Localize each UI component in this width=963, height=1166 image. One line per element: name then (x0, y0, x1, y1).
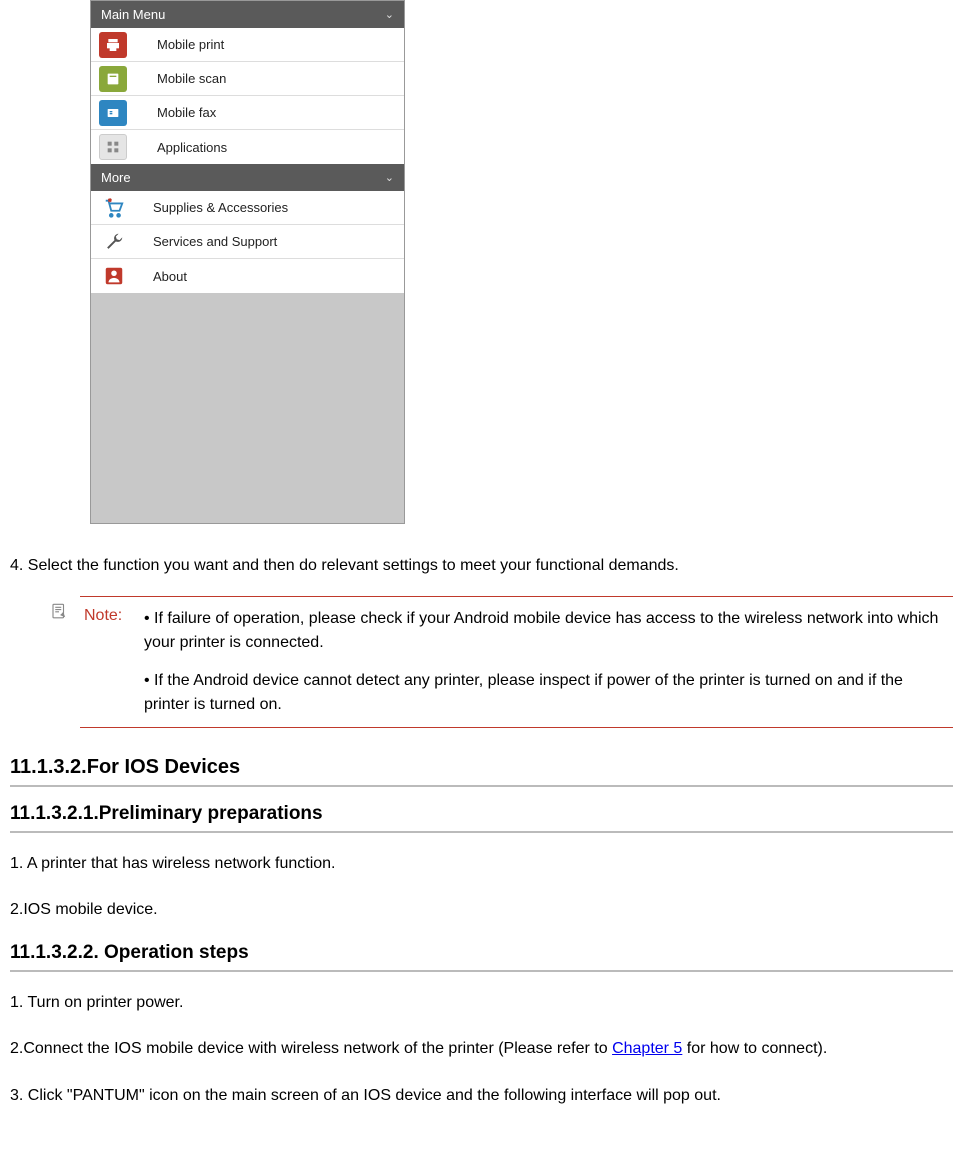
more-title: More (101, 170, 131, 185)
main-menu-header: Main Menu ⌄ (91, 1, 404, 28)
ops-item-3: 3. Click "PANTUM" icon on the main scree… (10, 1081, 953, 1111)
menu-item-label: Supplies & Accessories (153, 200, 288, 215)
menu-item-about[interactable]: About (91, 259, 404, 293)
ops-item-2-prefix: 2.Connect the IOS mobile device with wir… (10, 1040, 612, 1057)
menu-item-label: Services and Support (153, 234, 277, 249)
prep-item-1: 1. A printer that has wireless network f… (10, 849, 953, 879)
note-block: Note: • If failure of operation, please … (50, 596, 953, 728)
print-icon (99, 32, 127, 58)
phone-frame: Main Menu ⌄ Mobile print Mobile scan M (90, 0, 405, 524)
wrench-icon (103, 231, 125, 253)
scan-icon (99, 66, 127, 92)
phone-blank-area (91, 293, 404, 523)
menu-item-label: Mobile fax (157, 105, 216, 120)
ops-item-2: 2.Connect the IOS mobile device with wir… (10, 1034, 953, 1064)
menu-item-services[interactable]: Services and Support (91, 225, 404, 259)
note-icon (50, 602, 68, 620)
chevron-down-icon: ⌄ (385, 8, 394, 21)
person-icon (103, 265, 125, 287)
menu-item-mobile-scan[interactable]: Mobile scan (91, 62, 404, 96)
prep-item-2: 2.IOS mobile device. (10, 895, 953, 925)
note-bullet-1: • If failure of operation, please check … (144, 607, 949, 655)
ops-item-1: 1. Turn on printer power. (10, 988, 953, 1018)
more-list: Supplies & Accessories Services and Supp… (91, 191, 404, 293)
cart-icon (103, 197, 125, 219)
main-menu-list: Mobile print Mobile scan Mobile fax Appl… (91, 28, 404, 164)
menu-item-applications[interactable]: Applications (91, 130, 404, 164)
note-label: Note: (84, 607, 144, 625)
menu-item-supplies[interactable]: Supplies & Accessories (91, 191, 404, 225)
menu-item-mobile-print[interactable]: Mobile print (91, 28, 404, 62)
step-4-text: 4. Select the function you want and then… (10, 554, 953, 578)
menu-item-mobile-fax[interactable]: Mobile fax (91, 96, 404, 130)
heading-preliminary-prep: 11.1.3.2.1.Preliminary preparations (10, 803, 953, 833)
heading-operation-steps: 11.1.3.2.2. Operation steps (10, 942, 953, 972)
more-header: More ⌄ (91, 164, 404, 191)
main-menu-title: Main Menu (101, 7, 165, 22)
note-bullet-2: • If the Android device cannot detect an… (144, 669, 949, 717)
menu-item-label: About (153, 269, 187, 284)
heading-ios-devices: 11.1.3.2.For IOS Devices (10, 756, 953, 787)
app-screenshot: Main Menu ⌄ Mobile print Mobile scan M (90, 0, 953, 524)
note-content: Note: • If failure of operation, please … (80, 596, 953, 728)
chevron-down-icon: ⌄ (385, 171, 394, 184)
fax-icon (99, 100, 127, 126)
chapter-5-link[interactable]: Chapter 5 (612, 1040, 682, 1057)
menu-item-label: Mobile print (157, 37, 224, 52)
menu-item-label: Applications (157, 140, 227, 155)
ops-item-2-suffix: for how to connect). (682, 1040, 827, 1057)
apps-icon (99, 134, 127, 160)
menu-item-label: Mobile scan (157, 71, 226, 86)
